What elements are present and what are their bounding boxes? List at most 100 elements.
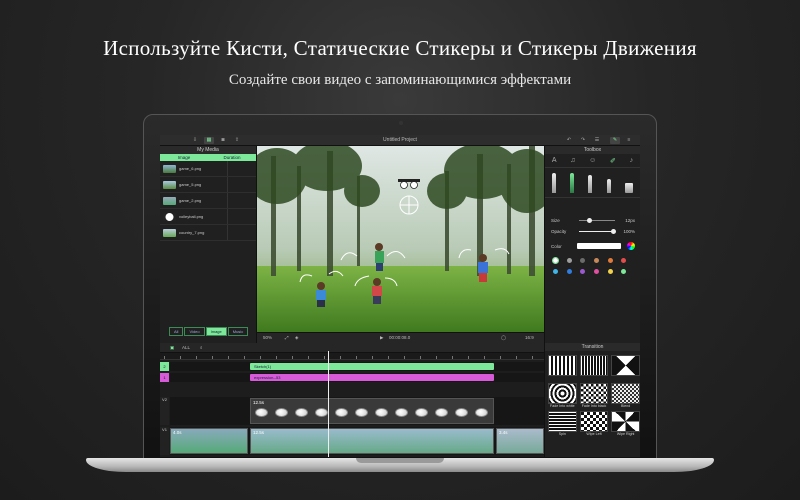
timeline-ruler[interactable] — [160, 353, 544, 360]
color-swatch[interactable] — [607, 269, 613, 274]
sticker-track: expression--53 — [170, 373, 544, 382]
transition-label: Wipe Left — [586, 432, 602, 436]
add-track-icon[interactable]: ▣ — [170, 345, 174, 351]
color-swatch[interactable] — [566, 269, 572, 274]
color-swatch[interactable] — [580, 269, 586, 274]
music-tool-icon[interactable]: ♫ — [570, 157, 575, 164]
media-duration — [227, 177, 256, 192]
color-swatch[interactable] — [594, 269, 599, 274]
settings-icon[interactable]: ☰ — [592, 137, 602, 144]
brush-tab-icon[interactable]: ✐ — [610, 157, 616, 165]
transition-label — [548, 376, 577, 381]
media-item[interactable]: country_7.png — [160, 225, 256, 241]
column-image[interactable]: Image — [160, 154, 208, 161]
volleyball-thumbnail — [335, 408, 348, 417]
loop-icon[interactable]: ◯ — [501, 335, 506, 341]
media-item[interactable]: game_5.png — [160, 177, 256, 193]
size-label: Size — [551, 218, 560, 223]
aspect-ratio-select[interactable]: 16:9 — [525, 335, 534, 340]
fit-icon[interactable]: ⤢ — [285, 335, 289, 340]
filter-music[interactable]: Music — [227, 327, 249, 336]
preview-image — [257, 146, 544, 332]
mic-tool-icon[interactable]: ♪ — [630, 157, 634, 164]
color-swatch[interactable] — [580, 258, 586, 263]
volleyball-thumbnail — [475, 408, 488, 417]
media-item[interactable]: game_2.png — [160, 193, 256, 209]
color-swatch[interactable] — [621, 269, 627, 274]
color-swatch[interactable] — [594, 258, 599, 263]
volleyball-thumbnail — [375, 408, 388, 417]
color-swatch[interactable] — [607, 258, 613, 263]
size-knob[interactable] — [587, 218, 592, 223]
brush-tool-icon[interactable]: ✎ — [610, 137, 620, 144]
marker-brush[interactable] — [570, 173, 575, 193]
color-swatches — [552, 257, 635, 274]
filter-image[interactable]: Image — [205, 327, 227, 336]
media-item[interactable]: game_6.png — [160, 161, 256, 177]
redo-icon[interactable]: ↷ — [578, 137, 588, 144]
headline: Используйте Кисти, Статические Стикеры и… — [103, 36, 697, 60]
transition-title: Transition — [545, 343, 640, 351]
size-slider[interactable] — [579, 218, 615, 223]
color-swatch[interactable] — [553, 269, 558, 274]
opacity-slider[interactable] — [579, 229, 616, 234]
transition-item[interactable] — [611, 355, 640, 381]
volleyball-thumbnail — [315, 408, 328, 417]
zoom-select[interactable]: 50% — [263, 335, 272, 340]
undo-icon[interactable]: ↶ — [564, 137, 574, 144]
color-label: Color — [551, 244, 562, 249]
ruler-tick — [276, 356, 277, 359]
list-icon[interactable]: ≡ — [624, 137, 634, 144]
clip-duration: 12.5s — [253, 430, 265, 435]
transition-item[interactable]: Fade Into white — [548, 383, 577, 409]
transition-item[interactable]: Wipe Left — [579, 411, 609, 437]
crop-icon[interactable]: ◈ — [295, 335, 298, 341]
play-icon[interactable]: ▶ — [380, 335, 383, 341]
pencil-brush[interactable] — [552, 173, 557, 193]
opacity-knob[interactable] — [611, 229, 616, 234]
track-label-2: 2 — [160, 362, 169, 371]
transition-item[interactable] — [548, 355, 577, 381]
sketch-track: Sketch(1) — [170, 362, 544, 371]
color-swatch[interactable] — [566, 258, 572, 263]
timeline-toolbar: ▣ ALL ⌕ — [160, 343, 544, 353]
filter-video[interactable]: Video — [184, 327, 205, 336]
video-clip[interactable]: 12.5s — [250, 428, 494, 454]
sketch-clip[interactable]: Sketch(1) — [250, 363, 494, 370]
zoom-menu[interactable]: ALL — [182, 345, 190, 350]
transition-label — [611, 376, 640, 381]
ruler-tick — [356, 356, 357, 359]
transition-label: Wipe Right — [616, 432, 635, 436]
filter-all[interactable]: All — [169, 327, 184, 336]
column-duration[interactable]: Duration — [208, 154, 256, 161]
video-clip[interactable]: 3.4s — [496, 428, 544, 454]
playhead[interactable] — [328, 351, 329, 457]
transition-item[interactable]: Blend — [611, 383, 640, 409]
video-clip[interactable]: 4.0s — [170, 428, 248, 454]
sticker-tool-icon[interactable]: ☺ — [589, 157, 596, 164]
transition-item[interactable]: Fade Into black — [579, 383, 609, 409]
zoom-icon[interactable]: ⌕ — [200, 345, 203, 350]
color-wheel-icon[interactable] — [627, 242, 635, 250]
transition-item[interactable]: Spin — [548, 411, 577, 437]
volleyball-clip[interactable]: 12.5s — [250, 398, 494, 424]
transition-item[interactable] — [579, 355, 609, 381]
media-filename: game_2.png — [179, 198, 202, 203]
video-preview[interactable] — [257, 146, 544, 332]
text-tool-icon[interactable]: A — [552, 157, 557, 164]
color-swatch[interactable] — [552, 257, 559, 264]
main-video-track: 4.0s 12.5s 3.4s — [170, 427, 544, 455]
current-color-swatch[interactable] — [577, 243, 621, 249]
media-panel: My Media Image Duration game_6.png game_… — [160, 146, 257, 343]
media-item[interactable]: volleyball.png — [160, 209, 256, 225]
ruler-tick — [308, 356, 309, 359]
pen-brush[interactable] — [588, 175, 593, 193]
media-filename: game_6.png — [179, 166, 202, 171]
ruler-tick — [404, 356, 405, 359]
media-filename: volleyball.png — [179, 214, 204, 219]
fine-brush[interactable] — [606, 179, 611, 193]
transition-item[interactable]: Wipe Right — [611, 411, 640, 437]
sticker-clip[interactable]: expression--53 — [250, 374, 494, 381]
color-swatch[interactable] — [621, 258, 627, 263]
eraser-brush[interactable] — [624, 183, 633, 193]
